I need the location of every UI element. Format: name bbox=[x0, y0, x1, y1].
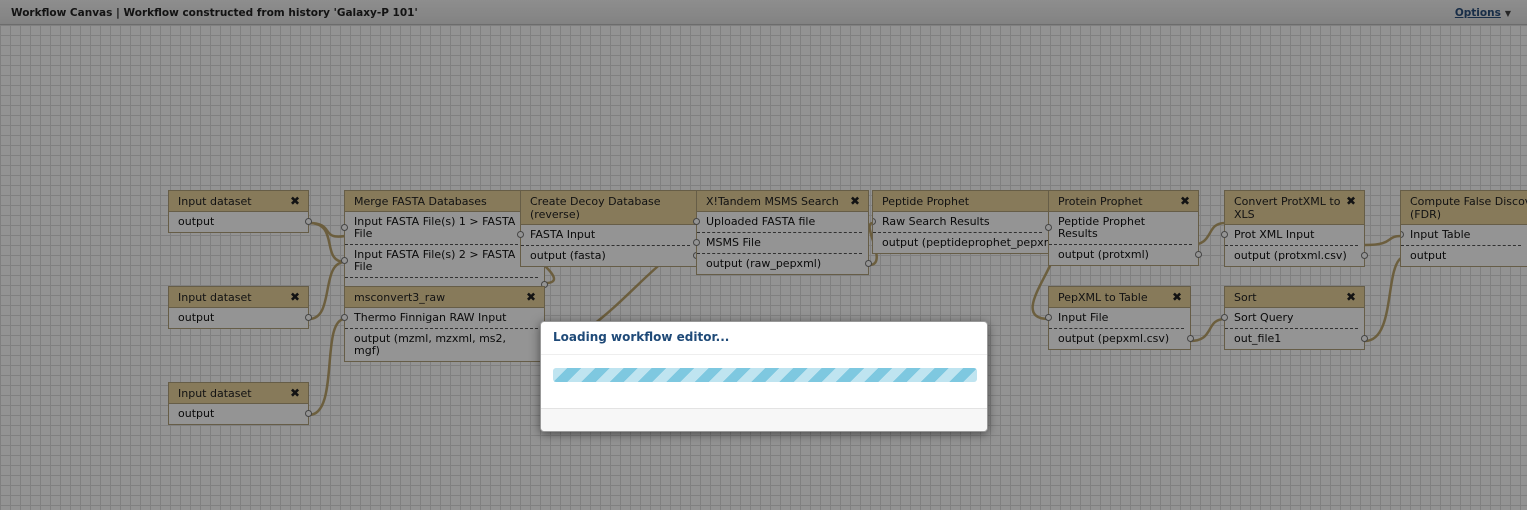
modal-divider bbox=[541, 354, 987, 355]
loading-modal: Loading workflow editor... bbox=[540, 321, 988, 432]
progress-bar bbox=[553, 368, 977, 382]
modal-backdrop bbox=[0, 0, 1527, 510]
modal-title: Loading workflow editor... bbox=[553, 330, 730, 344]
modal-footer bbox=[541, 409, 987, 431]
